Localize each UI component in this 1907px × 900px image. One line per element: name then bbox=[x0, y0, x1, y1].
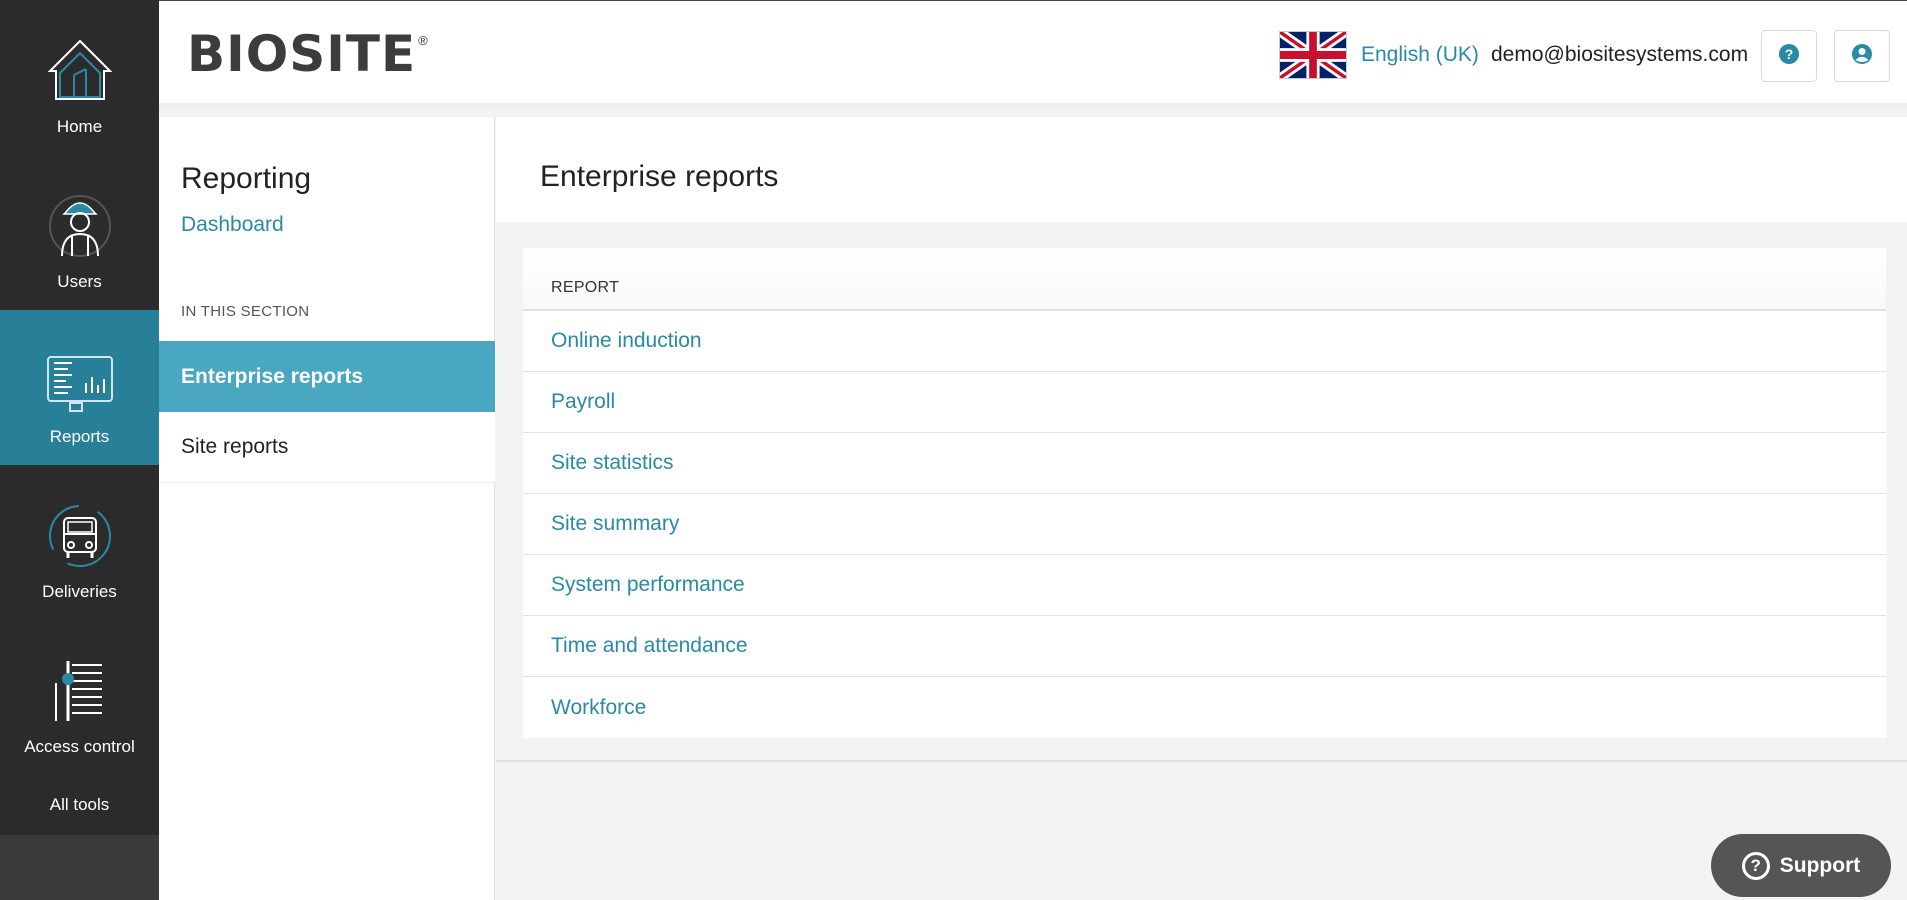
user-email: demo@biositesystems.com bbox=[1491, 43, 1749, 66]
nav-label-access-control: Access control bbox=[24, 737, 135, 756]
turnstile-icon bbox=[44, 655, 116, 727]
sidebar-item-enterprise-reports[interactable]: Enterprise reports bbox=[159, 341, 495, 412]
nav-label-home: Home bbox=[56, 117, 103, 136]
support-label: Support bbox=[1779, 853, 1861, 877]
nav-item-home[interactable]: Home bbox=[0, 0, 159, 155]
nav-label-reports: Reports bbox=[49, 427, 110, 446]
table-row[interactable]: Payroll bbox=[523, 372, 1886, 433]
main-content: REPORT Online induction Payroll Site sta… bbox=[496, 222, 1907, 762]
reporting-sidebar: Reporting Dashboard IN THIS SECTION Ente… bbox=[159, 117, 495, 900]
table-row[interactable]: Workforce bbox=[523, 677, 1886, 738]
left-navigation-panel: Home Users Reports Deliveries Access con… bbox=[0, 0, 159, 835]
table-row[interactable]: Site statistics bbox=[523, 433, 1886, 494]
account-button[interactable] bbox=[1834, 30, 1890, 82]
table-row[interactable]: System performance bbox=[523, 555, 1886, 616]
logo-text: BIOSITE bbox=[187, 25, 417, 83]
table-row[interactable]: Site summary bbox=[523, 494, 1886, 555]
support-button[interactable]: ? Support bbox=[1711, 834, 1891, 897]
table-header-report: REPORT bbox=[523, 248, 1886, 311]
svg-text:?: ? bbox=[1785, 46, 1794, 62]
nav-label-users: Users bbox=[57, 272, 102, 291]
worker-icon bbox=[44, 190, 116, 262]
uk-flag-icon[interactable] bbox=[1277, 28, 1349, 82]
nav-item-deliveries[interactable]: Deliveries bbox=[0, 465, 159, 620]
section-heading: IN THIS SECTION bbox=[181, 303, 310, 320]
table-row[interactable]: Time and attendance bbox=[523, 616, 1886, 677]
sidebar-title: Reporting bbox=[181, 162, 312, 195]
language-selector[interactable]: English (UK) bbox=[1361, 43, 1479, 67]
reports-table: REPORT Online induction Payroll Site sta… bbox=[523, 248, 1886, 738]
nav-item-all-tools[interactable]: All tools bbox=[0, 775, 159, 835]
reports-icon bbox=[44, 345, 116, 417]
page-title: Enterprise reports bbox=[540, 160, 779, 193]
nav-item-reports[interactable]: Reports bbox=[0, 310, 159, 465]
question-icon: ? bbox=[1741, 851, 1770, 880]
sidebar-item-site-reports[interactable]: Site reports bbox=[159, 412, 495, 483]
help-button[interactable]: ? bbox=[1761, 30, 1817, 82]
biosite-logo[interactable]: BIOSITE ® bbox=[187, 29, 428, 79]
house-icon bbox=[44, 35, 116, 107]
logo-registered-mark: ® bbox=[418, 33, 428, 48]
nav-item-access-control[interactable]: Access control bbox=[0, 620, 159, 775]
nav-item-users[interactable]: Users bbox=[0, 155, 159, 310]
user-circle-icon bbox=[1851, 43, 1873, 70]
main-header: Enterprise reports bbox=[496, 117, 1907, 222]
dashboard-link[interactable]: Dashboard bbox=[181, 213, 284, 237]
nav-label-deliveries: Deliveries bbox=[42, 582, 117, 601]
top-header: BIOSITE ® English (UK) demo@biositesyste… bbox=[159, 0, 1907, 110]
truck-icon bbox=[44, 500, 116, 572]
question-circle-icon: ? bbox=[1778, 43, 1800, 70]
table-row[interactable]: Online induction bbox=[523, 311, 1886, 372]
left-navigation: Home Users Reports Deliveries Access con… bbox=[0, 0, 159, 900]
